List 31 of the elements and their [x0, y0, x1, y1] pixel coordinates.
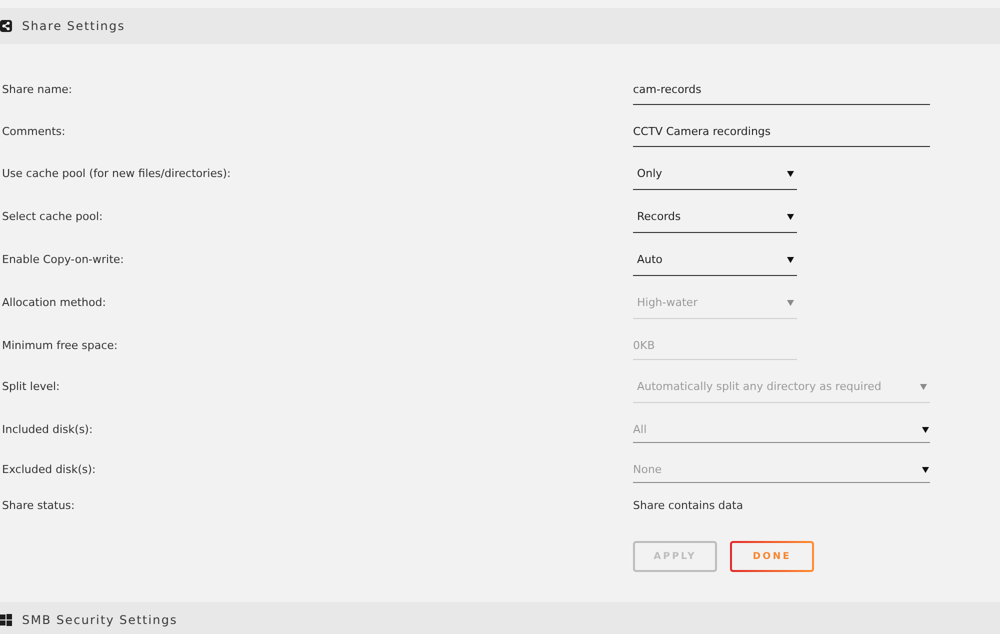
status-text: Share contains data	[633, 498, 744, 514]
caret-icon	[787, 171, 794, 177]
text-field[interactable]: CCTV Camera recordings	[633, 117, 930, 147]
windows-icon	[0, 614, 12, 626]
section-title: SMB Security Settings	[22, 613, 178, 627]
field-label: Enable Copy-on-write:	[2, 252, 124, 268]
dropdown[interactable]: None	[633, 455, 930, 483]
dropdown[interactable]: Only	[633, 159, 797, 190]
caret-icon	[920, 384, 927, 390]
field-label: Share name:	[2, 82, 72, 98]
field-label: Minimum free space:	[2, 338, 118, 354]
caret-icon	[787, 214, 794, 220]
section-title: Share Settings	[22, 19, 126, 33]
dropdown[interactable]: Records	[633, 202, 797, 233]
caret-icon	[922, 427, 929, 433]
field-label: Allocation method:	[2, 295, 106, 311]
field-label: Excluded disk(s):	[2, 462, 96, 478]
dropdown[interactable]: Auto	[633, 245, 797, 276]
caret-icon	[787, 257, 794, 263]
share-icon	[0, 20, 12, 32]
text-field[interactable]: cam-records	[633, 75, 930, 105]
field-label: Share status:	[2, 498, 75, 514]
field-label: Use cache pool (for new files/directories):	[2, 166, 231, 182]
field-label: Select cache pool:	[2, 209, 103, 225]
field-label: Included disk(s):	[2, 422, 93, 438]
done-button[interactable]: DONE	[730, 541, 814, 572]
caret-icon	[787, 300, 794, 306]
field-label: Comments:	[2, 124, 66, 140]
field-label: Split level:	[2, 379, 60, 395]
dropdown[interactable]: All	[633, 415, 930, 443]
caret-icon	[922, 467, 929, 473]
